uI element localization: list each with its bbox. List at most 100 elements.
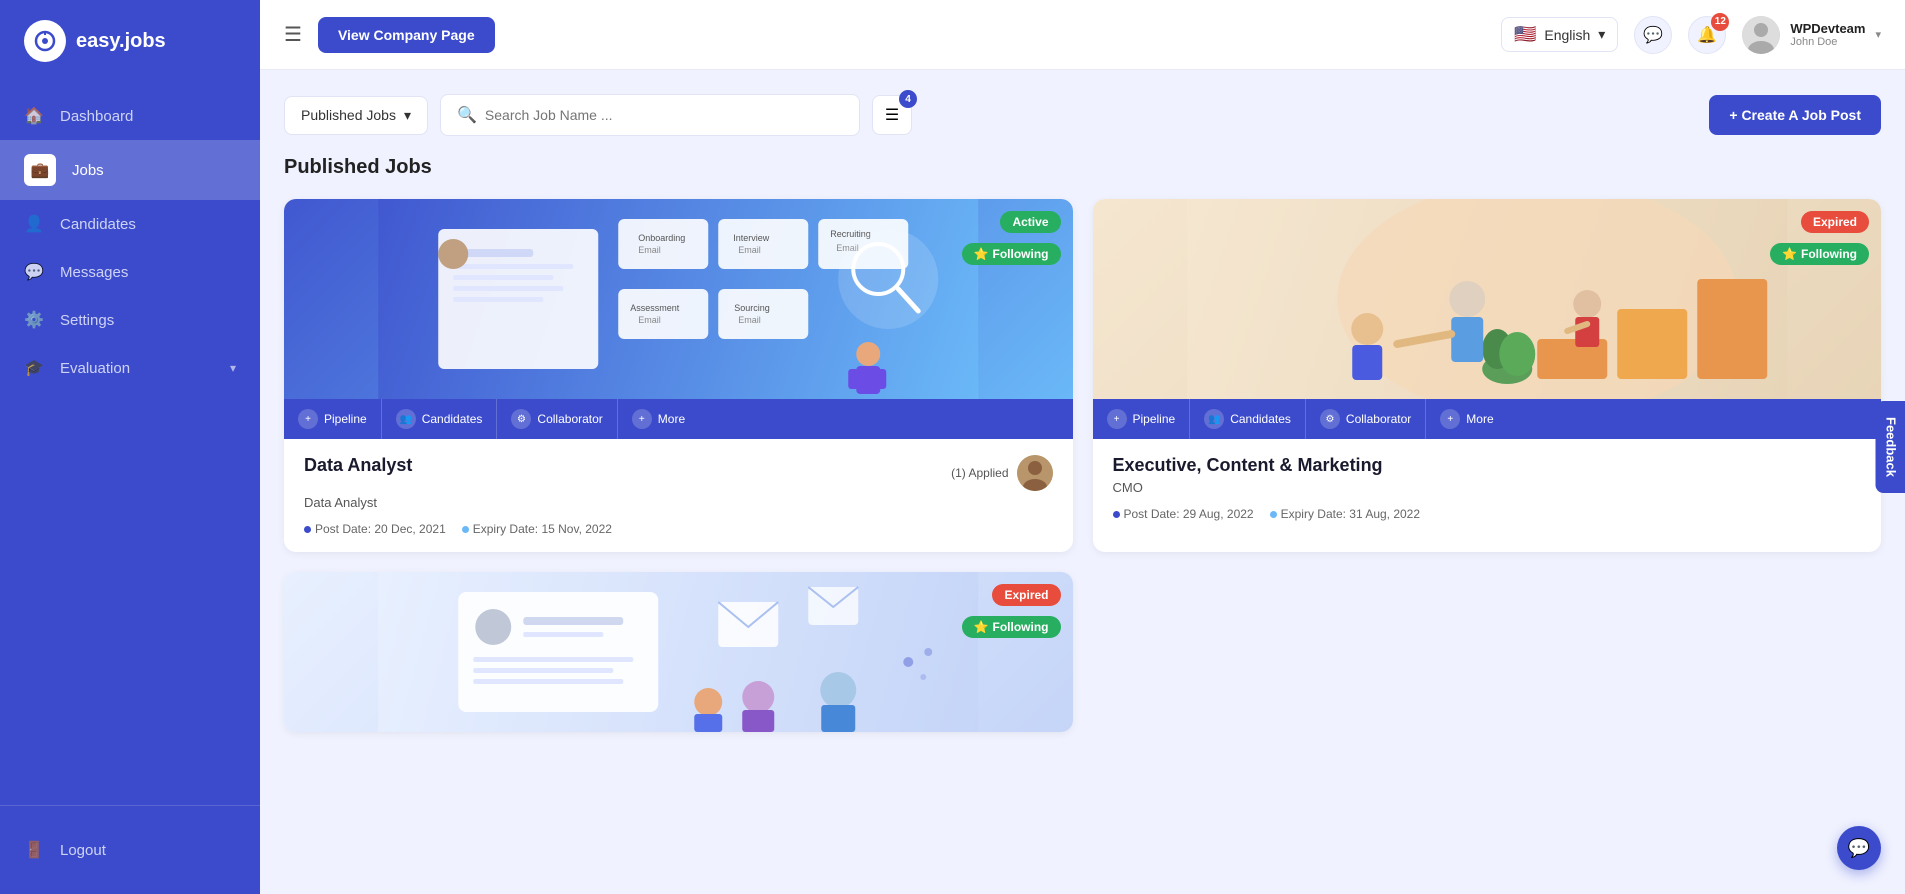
logo-icon bbox=[24, 20, 66, 62]
section-title: Published Jobs bbox=[284, 156, 1881, 179]
svg-text:Onboarding: Onboarding bbox=[638, 233, 685, 243]
user-profile[interactable]: WPDevteam John Doe ▾ bbox=[1742, 16, 1881, 54]
sidebar-item-jobs[interactable]: 💼 Jobs bbox=[0, 140, 260, 200]
pipeline-label: Pipeline bbox=[1133, 412, 1176, 426]
candidates-label: Candidates bbox=[1230, 412, 1291, 426]
job-card-image-3: Expired ⭐ Following bbox=[284, 572, 1073, 732]
lang-chevron-icon: ▾ bbox=[1598, 26, 1605, 43]
job-card-2: Expired ⭐ Following + Pipeline 👥 Candida… bbox=[1093, 199, 1882, 552]
pipeline-button-2[interactable]: + Pipeline bbox=[1093, 399, 1191, 439]
svg-text:Email: Email bbox=[738, 245, 761, 255]
filter-button[interactable]: ☰ 4 bbox=[872, 95, 912, 135]
user-chevron-icon: ▾ bbox=[1875, 28, 1881, 41]
messages-button[interactable]: 💬 bbox=[1634, 16, 1672, 54]
search-icon: 🔍 bbox=[457, 105, 477, 125]
filter-icon: ☰ bbox=[885, 105, 899, 125]
collaborator-button-1[interactable]: ⚙ Collaborator bbox=[497, 399, 617, 439]
collaborator-button-2[interactable]: ⚙ Collaborator bbox=[1306, 399, 1426, 439]
job-subtitle-2: CMO bbox=[1113, 480, 1862, 495]
chat-bubble[interactable]: 💬 bbox=[1837, 826, 1881, 870]
svg-text:Assessment: Assessment bbox=[630, 303, 680, 313]
language-selector[interactable]: 🇺🇸 English ▾ bbox=[1501, 17, 1618, 52]
card-title-row-2: Executive, Content & Marketing bbox=[1113, 455, 1862, 476]
main-content: ☰ View Company Page 🇺🇸 English ▾ 💬 🔔 12 bbox=[260, 0, 1905, 894]
sidebar-item-evaluation[interactable]: 🎓 Evaluation ▾ bbox=[0, 344, 260, 392]
job-card-1: Onboarding Email Interview Email Recruit… bbox=[284, 199, 1073, 552]
collaborator-label: Collaborator bbox=[1346, 412, 1411, 426]
svg-text:Email: Email bbox=[638, 245, 661, 255]
job-filter-dropdown[interactable]: Published Jobs ▾ bbox=[284, 96, 428, 135]
sidebar-item-settings[interactable]: ⚙️ Settings bbox=[0, 296, 260, 344]
menu-icon[interactable]: ☰ bbox=[284, 22, 302, 47]
user-text: WPDevteam John Doe bbox=[1790, 21, 1865, 48]
notification-badge: 12 bbox=[1711, 13, 1729, 31]
status-badge-3: Expired bbox=[992, 584, 1060, 606]
svg-text:Interview: Interview bbox=[733, 233, 770, 243]
logout-icon: 🚪 bbox=[24, 840, 44, 860]
sidebar-item-logout[interactable]: 🚪 Logout bbox=[0, 826, 260, 874]
job-card-image-2: Expired ⭐ Following bbox=[1093, 199, 1882, 399]
logo: easy.jobs bbox=[0, 0, 260, 82]
avatar bbox=[1742, 16, 1780, 54]
post-date-1: Post Date: 20 Dec, 2021 bbox=[304, 522, 446, 536]
sidebar-item-label: Settings bbox=[60, 312, 114, 329]
sidebar: easy.jobs 🏠 Dashboard 💼 Jobs 👤 Candidate… bbox=[0, 0, 260, 894]
search-input[interactable] bbox=[485, 107, 843, 123]
collaborator-label: Collaborator bbox=[537, 412, 602, 426]
logout-label: Logout bbox=[60, 842, 106, 859]
card-title-row-1: Data Analyst (1) Applied bbox=[304, 455, 1053, 491]
more-plus-icon: + bbox=[1440, 409, 1460, 429]
sidebar-item-label: Candidates bbox=[60, 216, 136, 233]
plus-icon: + bbox=[298, 409, 318, 429]
dot-icon bbox=[1113, 511, 1120, 518]
candidates-icon: 👤 bbox=[24, 214, 44, 234]
filter-badge: 4 bbox=[899, 90, 917, 108]
sidebar-item-label: Messages bbox=[60, 264, 128, 281]
notifications-button[interactable]: 🔔 12 bbox=[1688, 16, 1726, 54]
logo-text: easy.jobs bbox=[76, 30, 166, 53]
more-plus-icon: + bbox=[632, 409, 652, 429]
card-meta-1: Post Date: 20 Dec, 2021 Expiry Date: 15 … bbox=[304, 522, 1053, 536]
job-card-image-1: Onboarding Email Interview Email Recruit… bbox=[284, 199, 1073, 399]
flag-icon: 🇺🇸 bbox=[1514, 24, 1536, 45]
sidebar-item-dashboard[interactable]: 🏠 Dashboard bbox=[0, 92, 260, 140]
dropdown-chevron-icon: ▾ bbox=[404, 107, 411, 124]
messages-icon: 💬 bbox=[24, 262, 44, 282]
people-icon: 👥 bbox=[396, 409, 416, 429]
evaluation-icon: 🎓 bbox=[24, 358, 44, 378]
sidebar-item-label: Jobs bbox=[72, 162, 104, 179]
jobs-grid: Onboarding Email Interview Email Recruit… bbox=[284, 199, 1881, 732]
pipeline-label: Pipeline bbox=[324, 412, 367, 426]
candidates-button-1[interactable]: 👥 Candidates bbox=[382, 399, 498, 439]
card-meta-2: Post Date: 29 Aug, 2022 Expiry Date: 31 … bbox=[1113, 507, 1862, 521]
sidebar-item-label: Evaluation bbox=[60, 360, 130, 377]
more-label: More bbox=[658, 412, 685, 426]
language-label: English bbox=[1544, 27, 1590, 43]
view-company-button[interactable]: View Company Page bbox=[318, 17, 495, 53]
page-content: Published Jobs ▾ 🔍 ☰ 4 + Create A Job Po… bbox=[260, 70, 1905, 894]
more-label: More bbox=[1466, 412, 1493, 426]
sidebar-item-messages[interactable]: 💬 Messages bbox=[0, 248, 260, 296]
gear-icon: ⚙ bbox=[1320, 409, 1340, 429]
create-job-button[interactable]: + Create A Job Post bbox=[1709, 95, 1881, 135]
jobs-icon: 💼 bbox=[24, 154, 56, 186]
applied-section-1: (1) Applied bbox=[951, 455, 1052, 491]
toolbar: Published Jobs ▾ 🔍 ☰ 4 + Create A Job Po… bbox=[284, 94, 1881, 136]
dropdown-label: Published Jobs bbox=[301, 107, 396, 123]
more-button-2[interactable]: + More bbox=[1426, 399, 1507, 439]
pipeline-button-1[interactable]: + Pipeline bbox=[284, 399, 382, 439]
more-button-1[interactable]: + More bbox=[618, 399, 699, 439]
svg-text:Sourcing: Sourcing bbox=[734, 303, 770, 313]
following-badge-3[interactable]: ⭐ Following bbox=[962, 616, 1061, 638]
post-date-2: Post Date: 29 Aug, 2022 bbox=[1113, 507, 1254, 521]
following-badge-1[interactable]: ⭐ Following bbox=[962, 243, 1061, 265]
job-title-2: Executive, Content & Marketing bbox=[1113, 455, 1383, 476]
feedback-tab[interactable]: Feedback bbox=[1876, 401, 1905, 493]
logout-section: 🚪 Logout bbox=[0, 805, 260, 894]
following-badge-2[interactable]: ⭐ Following bbox=[1770, 243, 1869, 265]
candidates-button-2[interactable]: 👥 Candidates bbox=[1190, 399, 1306, 439]
search-box: 🔍 bbox=[440, 94, 860, 136]
expiry-date-1: Expiry Date: 15 Nov, 2022 bbox=[462, 522, 612, 536]
dot-icon bbox=[304, 526, 311, 533]
sidebar-item-candidates[interactable]: 👤 Candidates bbox=[0, 200, 260, 248]
